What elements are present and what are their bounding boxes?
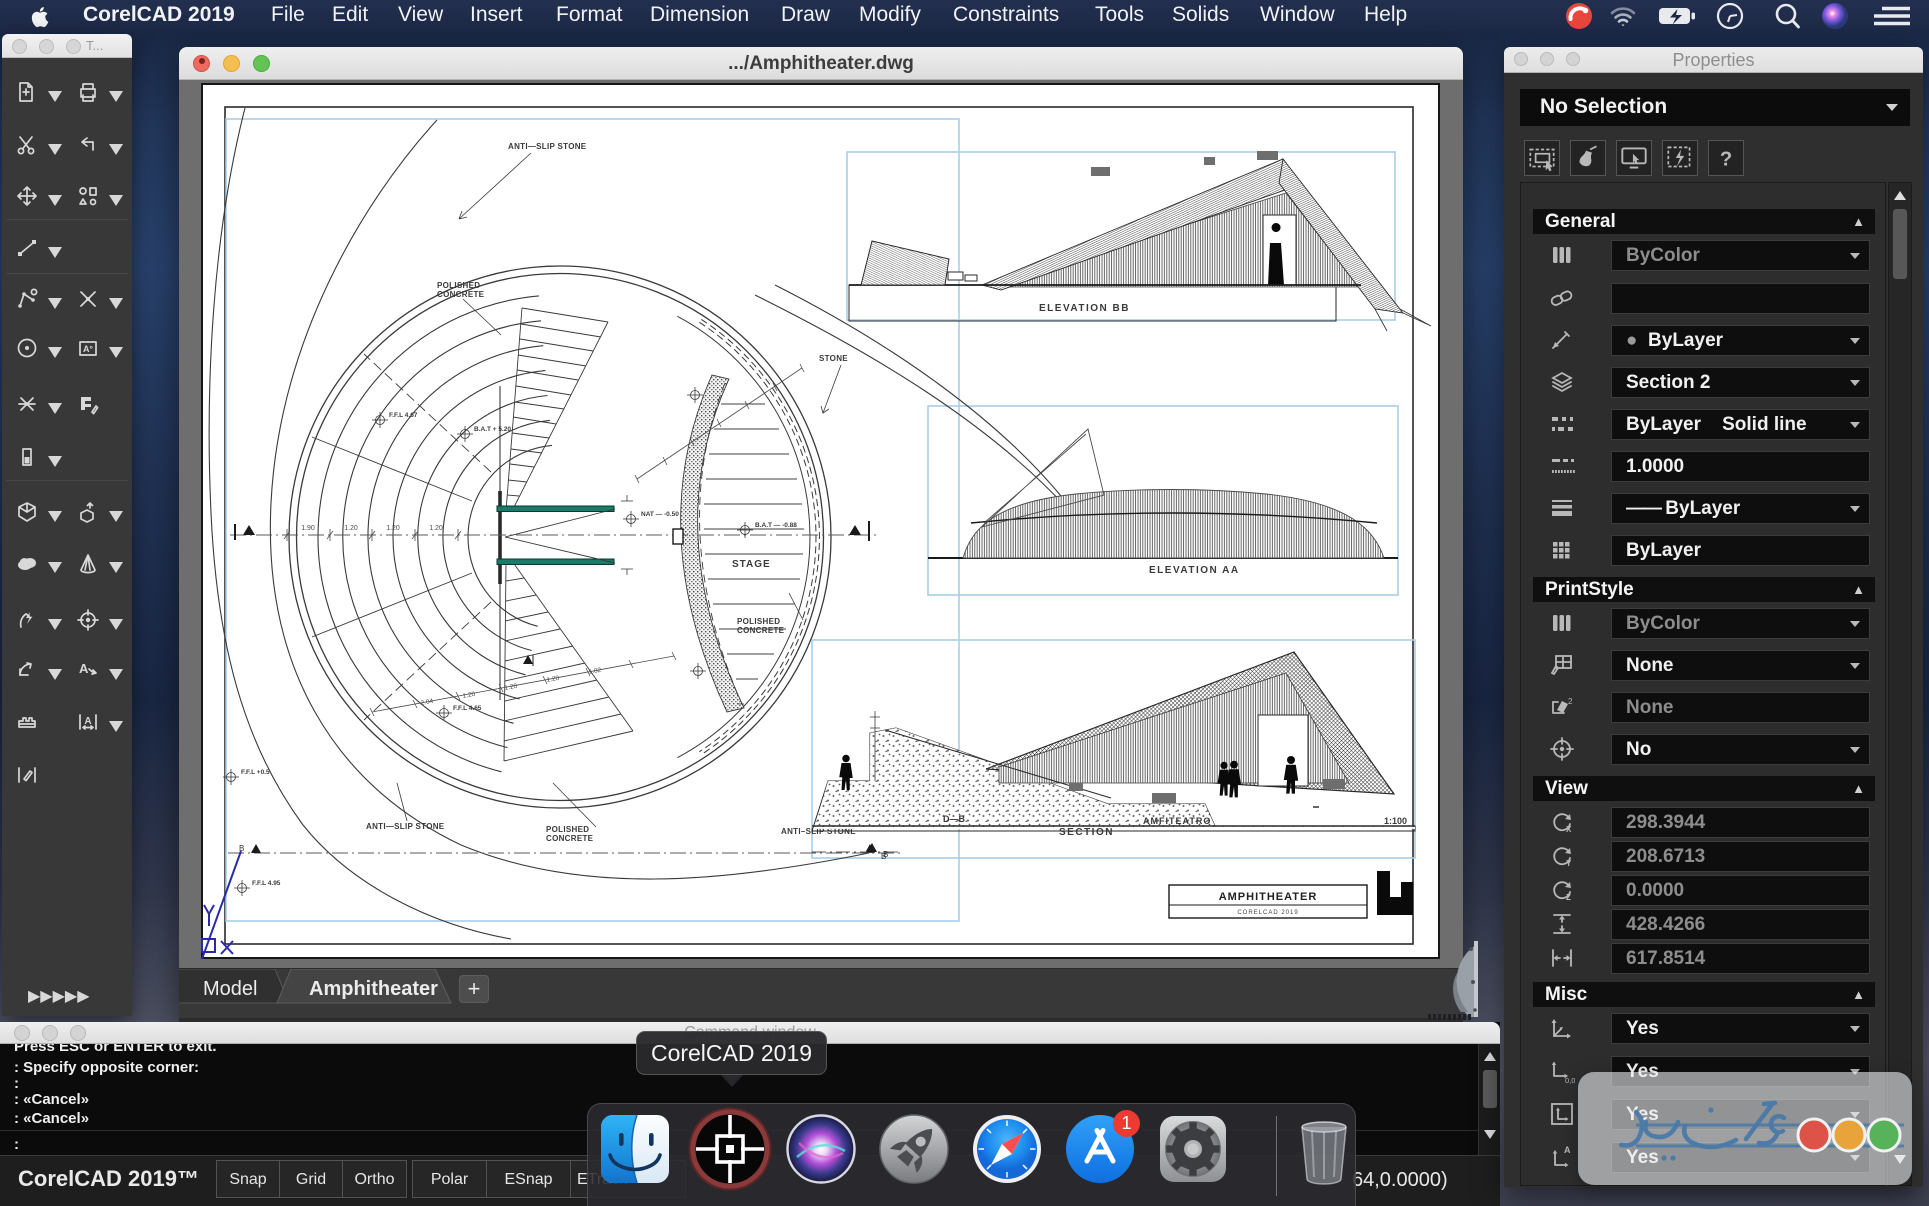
svg-text:D—B: D—B (943, 814, 965, 824)
svg-text:POLISHED: POLISHED (737, 617, 780, 626)
svg-text:POLISHED: POLISHED (437, 281, 480, 290)
svg-text:ANTI—SLIP STONE: ANTI—SLIP STONE (366, 822, 445, 831)
svg-text:STONE: STONE (819, 354, 848, 363)
svg-text:1.90: 1.90 (301, 525, 315, 532)
svg-text:Y: Y (1566, 859, 1572, 868)
svg-text:ELEVATION AA: ELEVATION AA (1149, 565, 1240, 576)
svg-text:A°: A° (83, 344, 93, 354)
svg-text:SECTION: SECTION (1059, 827, 1114, 838)
svg-text:1.20: 1.20 (386, 525, 400, 532)
svg-text:CONCRETE: CONCRETE (737, 626, 785, 635)
svg-text:STAGE: STAGE (732, 559, 771, 570)
svg-text:B: B (883, 850, 888, 859)
svg-text:B.A.T + 5.20: B.A.T + 5.20 (474, 426, 511, 433)
svg-text:CONCRETE: CONCRETE (437, 290, 485, 299)
svg-text:B.A.T — -0.88: B.A.T — -0.88 (755, 522, 797, 529)
svg-text:2: 2 (1568, 697, 1573, 706)
svg-text:0,0: 0,0 (1565, 1076, 1575, 1084)
svg-text:AMFITEATRO: AMFITEATRO (1143, 816, 1211, 826)
svg-text:1:100: 1:100 (1384, 816, 1407, 826)
svg-text:X: X (1566, 825, 1572, 834)
svg-text:F.F.L 4.67: F.F.L 4.67 (389, 412, 418, 419)
svg-text:1.20: 1.20 (429, 525, 443, 532)
svg-text:AMPHITHEATER: AMPHITHEATER (1219, 891, 1318, 903)
svg-text:F.F.L 4.95: F.F.L 4.95 (252, 880, 281, 887)
svg-text:A: A (79, 661, 89, 676)
svg-text:CORELCAD 2019: CORELCAD 2019 (1237, 910, 1298, 916)
svg-text:ELEVATION BB: ELEVATION BB (1039, 303, 1130, 314)
svg-text:ANTI—SLIP STONE: ANTI—SLIP STONE (508, 142, 587, 151)
svg-text:Z: Z (1566, 893, 1571, 902)
svg-text:F.F.L +0.5: F.F.L +0.5 (241, 769, 270, 776)
svg-text:A: A (1564, 1145, 1571, 1155)
svg-text:F.F.L 4.65: F.F.L 4.65 (453, 705, 482, 712)
svg-text:POLISHED: POLISHED (546, 825, 589, 834)
svg-text:NAT — -0.50: NAT — -0.50 (641, 511, 679, 518)
svg-text:?: ? (1720, 148, 1732, 170)
svg-text:CONCRETE: CONCRETE (546, 834, 594, 843)
svg-text:1.20: 1.20 (344, 525, 358, 532)
